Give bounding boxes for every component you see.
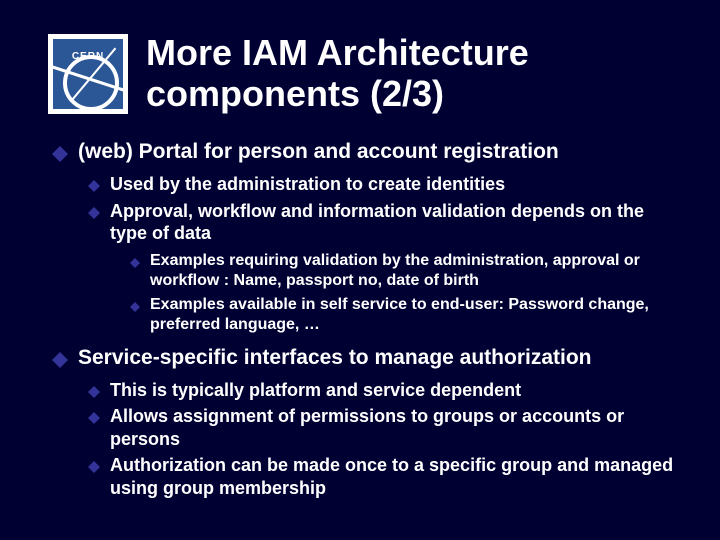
slide: CERN More IAM Architecture components (2… bbox=[0, 0, 720, 540]
bullet-text: Authorization can be made once to a spec… bbox=[110, 454, 680, 499]
bullet-text: Allows assignment of permissions to grou… bbox=[110, 405, 680, 450]
bullet-text: This is typically platform and service d… bbox=[110, 379, 521, 402]
bullet-text: Examples available in self service to en… bbox=[150, 295, 680, 335]
diamond-bullet-icon bbox=[52, 138, 68, 154]
slide-content: (web) Portal for person and account regi… bbox=[52, 139, 680, 500]
slide-title: More IAM Architecture components (2/3) bbox=[146, 32, 680, 115]
bullet-text: Used by the administration to create ide… bbox=[110, 173, 505, 196]
diamond-bullet-icon bbox=[88, 201, 100, 213]
bullet-text: Service-specific interfaces to manage au… bbox=[78, 345, 592, 371]
slide-header: CERN More IAM Architecture components (2… bbox=[48, 30, 680, 115]
diamond-bullet-icon bbox=[52, 344, 68, 360]
bullet-level2: Approval, workflow and information valid… bbox=[88, 200, 680, 245]
diamond-bullet-icon bbox=[88, 380, 100, 392]
diamond-bullet-icon bbox=[88, 406, 100, 418]
bullet-level2: This is typically platform and service d… bbox=[88, 379, 680, 402]
bullet-text: Examples requiring validation by the adm… bbox=[150, 251, 680, 291]
diamond-bullet-icon bbox=[88, 455, 100, 467]
bullet-level1: Service-specific interfaces to manage au… bbox=[52, 345, 680, 371]
bullet-level3: Examples available in self service to en… bbox=[130, 295, 680, 335]
bullet-level3: Examples requiring validation by the adm… bbox=[130, 251, 680, 291]
bullet-level2: Used by the administration to create ide… bbox=[88, 173, 680, 196]
diamond-bullet-icon bbox=[130, 297, 140, 307]
cern-logo: CERN bbox=[48, 34, 128, 114]
bullet-level2: Allows assignment of permissions to grou… bbox=[88, 405, 680, 450]
bullet-level2: Authorization can be made once to a spec… bbox=[88, 454, 680, 499]
diamond-bullet-icon bbox=[130, 253, 140, 263]
bullet-level1: (web) Portal for person and account regi… bbox=[52, 139, 680, 165]
cern-logo-inner: CERN bbox=[53, 39, 123, 109]
bullet-text: (web) Portal for person and account regi… bbox=[78, 139, 559, 165]
bullet-text: Approval, workflow and information valid… bbox=[110, 200, 680, 245]
diamond-bullet-icon bbox=[88, 174, 100, 186]
